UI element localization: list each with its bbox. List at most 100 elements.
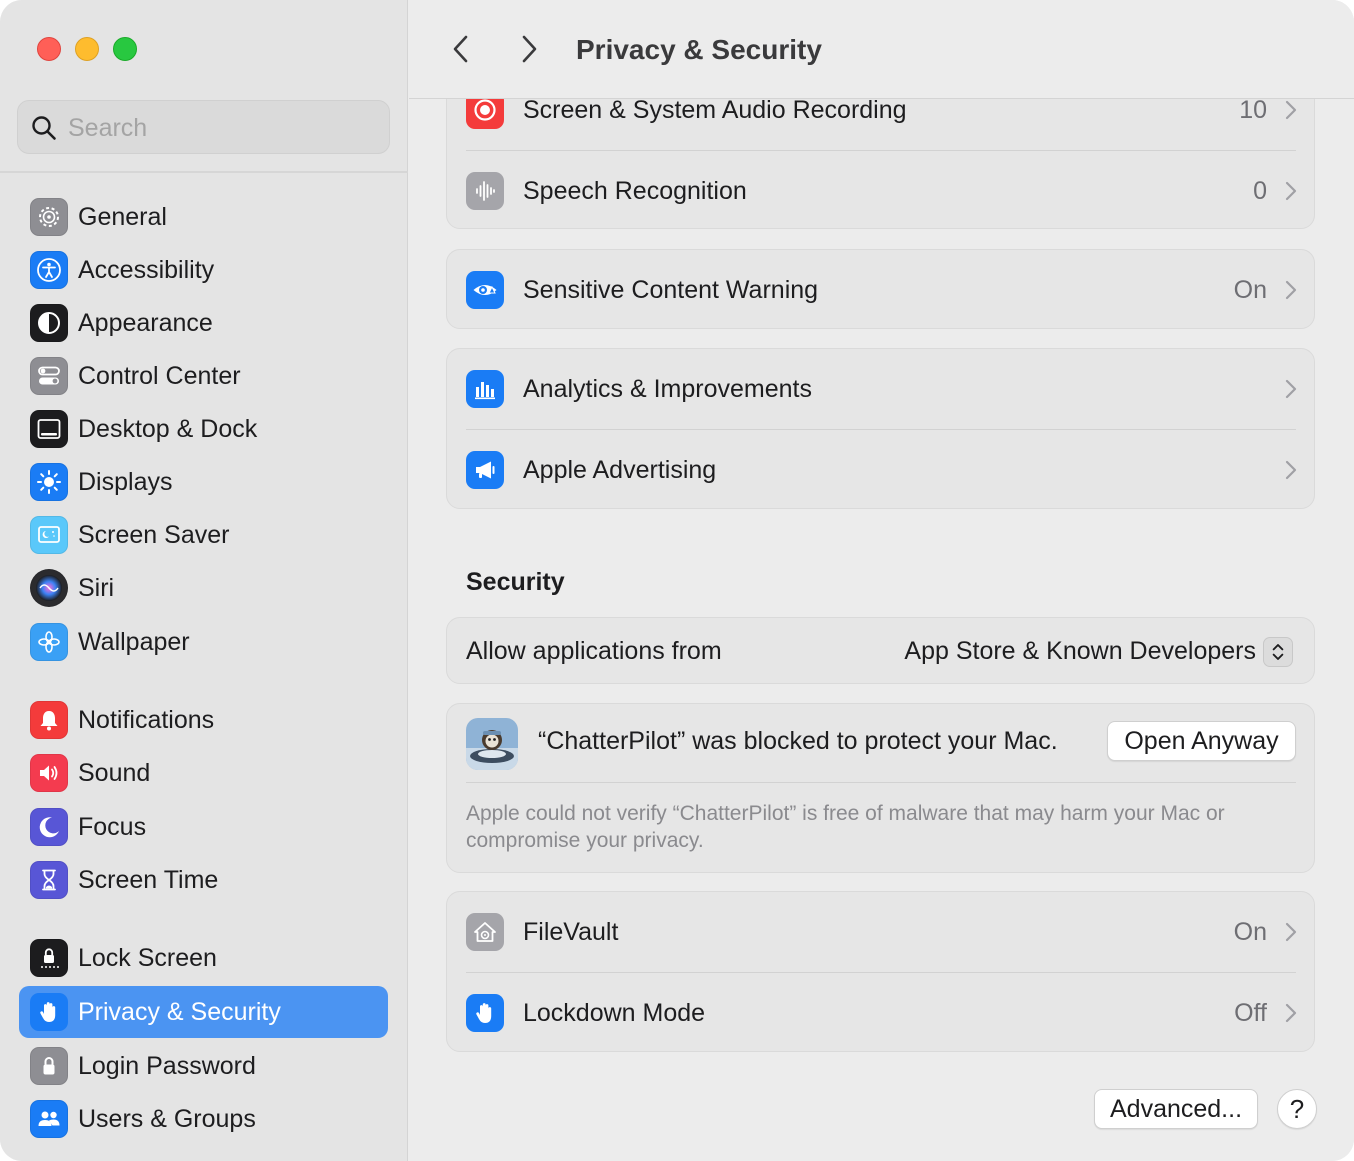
open-anyway-button[interactable]: Open Anyway bbox=[1107, 721, 1296, 761]
forward-button[interactable] bbox=[509, 28, 549, 70]
users-groups-icon bbox=[30, 1100, 68, 1138]
advanced-button[interactable]: Advanced... bbox=[1094, 1089, 1258, 1129]
chevron-right-icon bbox=[1285, 100, 1297, 120]
minimize-window-button[interactable] bbox=[75, 37, 99, 61]
sidebar-item-users-groups[interactable]: Users & Groups bbox=[19, 1093, 388, 1145]
sidebar-item-label: Siri bbox=[78, 574, 115, 602]
sidebar-item-label: General bbox=[78, 203, 167, 231]
privacy-hand-icon bbox=[30, 993, 68, 1031]
close-window-button[interactable] bbox=[37, 37, 61, 61]
row-label: Speech Recognition bbox=[523, 177, 747, 205]
row-label: FileVault bbox=[523, 918, 619, 946]
sidebar-item-label: Wallpaper bbox=[78, 628, 190, 656]
help-button[interactable]: ? bbox=[1277, 1089, 1317, 1129]
sidebar-item-label: Screen Time bbox=[78, 866, 219, 894]
blocked-app-description: Apple could not verify “ChatterPilot” is… bbox=[466, 802, 1225, 852]
row-apple-advertising[interactable]: Apple Advertising bbox=[447, 430, 1316, 510]
row-speech-recognition[interactable]: Speech Recognition 0 bbox=[447, 151, 1316, 231]
desktop-dock-icon bbox=[30, 410, 68, 448]
row-value: 0 bbox=[1253, 177, 1267, 205]
row-filevault[interactable]: FileVault On bbox=[447, 892, 1316, 972]
sidebar-item-wallpaper[interactable]: Wallpaper bbox=[19, 616, 388, 668]
sidebar: General Accessibility Appearance Control… bbox=[0, 0, 408, 1161]
sidebar-item-siri[interactable]: Siri bbox=[19, 562, 388, 614]
sidebar-item-label: Users & Groups bbox=[78, 1105, 256, 1133]
sidebar-item-label: Control Center bbox=[78, 362, 241, 390]
wallpaper-icon bbox=[30, 623, 68, 661]
sidebar-item-label: Focus bbox=[78, 813, 147, 841]
sidebar-item-label: Accessibility bbox=[78, 256, 215, 284]
security-section-title: Security bbox=[466, 568, 565, 596]
screen-time-icon bbox=[30, 861, 68, 899]
zoom-window-button[interactable] bbox=[113, 37, 137, 61]
row-value: On bbox=[1233, 918, 1267, 946]
sidebar-item-label: Desktop & Dock bbox=[78, 415, 258, 443]
row-label: Sensitive Content Warning bbox=[523, 276, 819, 304]
chevron-right-icon bbox=[1285, 379, 1297, 399]
sound-icon bbox=[30, 754, 68, 792]
blocked-app-card: “ChatterPilot” was blocked to protect yo… bbox=[446, 703, 1315, 873]
accessibility-icon bbox=[30, 251, 68, 289]
search-field[interactable] bbox=[17, 100, 390, 154]
sidebar-item-control-center[interactable]: Control Center bbox=[19, 350, 388, 402]
chevron-right-icon bbox=[522, 35, 537, 63]
control-center-icon bbox=[30, 357, 68, 395]
sidebar-item-label: Login Password bbox=[78, 1052, 256, 1080]
gear-icon bbox=[30, 198, 68, 236]
allow-applications-select[interactable]: App Store & Known Developers bbox=[904, 618, 1256, 684]
lock-screen-icon bbox=[30, 939, 68, 977]
chevron-right-icon bbox=[1285, 280, 1297, 300]
system-settings-window: General Accessibility Appearance Control… bbox=[0, 0, 1354, 1161]
analytics-icon bbox=[466, 370, 504, 408]
search-input[interactable] bbox=[68, 109, 368, 147]
chevron-left-icon bbox=[453, 35, 468, 63]
chevron-right-icon bbox=[1285, 922, 1297, 942]
sidebar-item-label: Sound bbox=[78, 759, 151, 787]
sidebar-item-desktop-dock[interactable]: Desktop & Dock bbox=[19, 403, 388, 455]
sidebar-item-accessibility[interactable]: Accessibility bbox=[19, 244, 388, 296]
row-sensitive-content-warning[interactable]: Sensitive Content Warning On bbox=[447, 250, 1316, 330]
login-password-icon bbox=[30, 1047, 68, 1085]
toolbar: Privacy & Security bbox=[409, 0, 1354, 99]
page-title: Privacy & Security bbox=[576, 34, 822, 65]
sidebar-item-privacy-security[interactable]: Privacy & Security bbox=[19, 986, 388, 1038]
sidebar-item-label: Notifications bbox=[78, 706, 215, 734]
sidebar-item-lock-screen[interactable]: Lock Screen bbox=[19, 932, 388, 984]
sidebar-item-focus[interactable]: Focus bbox=[19, 801, 388, 853]
sidebar-item-displays[interactable]: Displays bbox=[19, 456, 388, 508]
advertising-icon bbox=[466, 451, 504, 489]
search-icon bbox=[32, 116, 56, 140]
sidebar-item-label: Displays bbox=[78, 468, 173, 496]
sidebar-item-notifications[interactable]: Notifications bbox=[19, 694, 388, 746]
sensitive-content-icon bbox=[466, 271, 504, 309]
sidebar-item-appearance[interactable]: Appearance bbox=[19, 297, 388, 349]
filevault-house-icon bbox=[466, 913, 504, 951]
sidebar-item-screen-time[interactable]: Screen Time bbox=[19, 854, 388, 906]
analytics-advertising-card: Analytics & Improvements Apple Advertisi… bbox=[446, 348, 1315, 509]
row-value: Off bbox=[1234, 999, 1267, 1027]
sidebar-divider bbox=[0, 171, 408, 173]
row-label: Analytics & Improvements bbox=[523, 375, 812, 403]
chatterpilot-app-icon bbox=[466, 718, 518, 770]
chevron-right-icon bbox=[1285, 181, 1297, 201]
allow-applications-label: Allow applications from bbox=[466, 637, 722, 665]
row-lockdown-mode[interactable]: Lockdown Mode Off bbox=[447, 973, 1316, 1053]
sidebar-item-sound[interactable]: Sound bbox=[19, 747, 388, 799]
sidebar-item-label: Screen Saver bbox=[78, 521, 230, 549]
sensitive-content-card: Sensitive Content Warning On bbox=[446, 249, 1315, 329]
select-stepper-icon[interactable] bbox=[1263, 637, 1293, 667]
appearance-icon bbox=[30, 304, 68, 342]
row-value: On bbox=[1233, 276, 1267, 304]
row-analytics-improvements[interactable]: Analytics & Improvements bbox=[447, 349, 1316, 429]
lockdown-hand-icon bbox=[466, 994, 504, 1032]
main-pane: Screen & System Audio Recording 10 Speec… bbox=[409, 0, 1354, 1161]
allow-applications-card: Allow applications from App Store & Know… bbox=[446, 617, 1315, 684]
speech-recognition-icon bbox=[466, 172, 504, 210]
blocked-app-message: “ChatterPilot” was blocked to protect yo… bbox=[538, 727, 1058, 755]
back-button[interactable] bbox=[441, 28, 481, 70]
chevron-right-icon bbox=[1285, 1003, 1297, 1023]
sidebar-item-label: Appearance bbox=[78, 309, 213, 337]
sidebar-item-general[interactable]: General bbox=[19, 191, 388, 243]
sidebar-item-screen-saver[interactable]: Screen Saver bbox=[19, 509, 388, 561]
sidebar-item-login-password[interactable]: Login Password bbox=[19, 1040, 388, 1092]
